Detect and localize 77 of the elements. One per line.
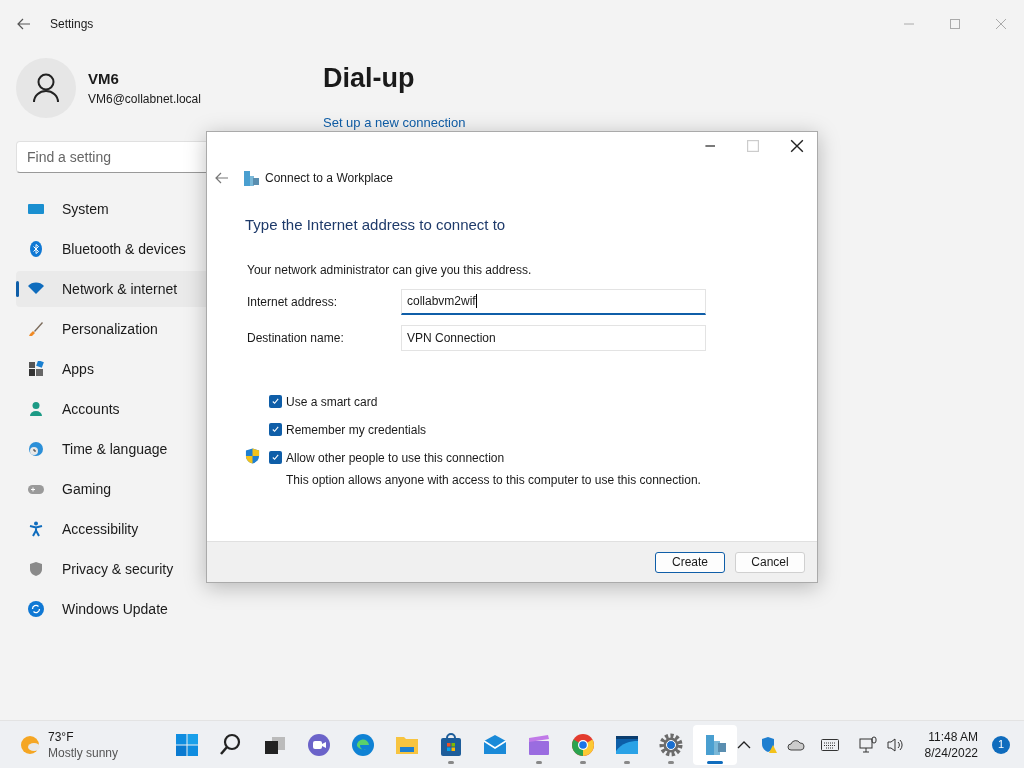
checkbox-label: Use a smart card xyxy=(286,393,378,411)
store-icon[interactable] xyxy=(438,732,463,757)
intro-text: Your network administrator can give you this address. xyxy=(247,261,533,279)
back-icon[interactable] xyxy=(215,172,229,184)
back-icon[interactable] xyxy=(17,18,31,30)
running-indicator xyxy=(623,760,630,764)
dialog-button[interactable]: Cancel xyxy=(735,551,805,573)
notification-badge[interactable]: 1 xyxy=(992,735,1010,754)
sidebar-item[interactable]: Bluetooth & devices xyxy=(16,231,210,267)
sidebar-item[interactable]: Personalization xyxy=(16,311,210,347)
check-icon xyxy=(271,397,280,406)
checkbox[interactable] xyxy=(269,395,282,408)
running-indicator xyxy=(667,760,674,764)
text-field[interactable]: VPN Connection xyxy=(401,324,706,351)
clock-time[interactable]: 11:48 AM xyxy=(928,728,978,745)
running-indicator xyxy=(706,760,723,764)
dialog-title: Connect to a Workplace xyxy=(265,170,393,187)
temperature: 73°F xyxy=(48,728,75,745)
update-icon xyxy=(28,601,44,617)
speaker-icon[interactable] xyxy=(886,736,905,753)
sidebar-item[interactable]: Privacy & security xyxy=(16,551,210,587)
text-cursor xyxy=(475,294,477,308)
sidebar-item[interactable]: Accessibility xyxy=(16,511,210,547)
weather-condition: Mostly sunny xyxy=(48,744,119,761)
mail-icon[interactable] xyxy=(482,732,507,757)
bluetooth-icon xyxy=(28,241,44,257)
user-email: VM6@collabnet.local xyxy=(88,91,201,109)
settings-icon[interactable] xyxy=(658,732,683,757)
monitor-icon xyxy=(28,201,44,217)
sidebar-item[interactable]: System xyxy=(16,191,210,227)
checkbox-label: Allow other people to use this connection xyxy=(286,449,505,467)
sidebar-item[interactable]: Windows Update xyxy=(16,591,210,627)
window-title: Settings xyxy=(50,16,94,33)
checkbox[interactable] xyxy=(269,451,282,464)
check-icon xyxy=(271,453,280,462)
checkbox-label: Remember my credentials xyxy=(286,421,427,439)
running-indicator xyxy=(447,760,454,764)
chevron-up-icon[interactable] xyxy=(736,739,751,750)
person-icon xyxy=(28,401,44,417)
field-label: Destination name: xyxy=(247,329,345,347)
shield-warning-icon[interactable] xyxy=(760,736,777,753)
selection-indicator xyxy=(16,281,19,297)
browser-icon[interactable] xyxy=(350,732,375,757)
search-icon[interactable] xyxy=(218,732,243,757)
clapperboard-icon[interactable] xyxy=(526,732,551,757)
running-indicator xyxy=(579,760,586,764)
weather-icon xyxy=(20,733,42,756)
sidebar-item[interactable]: Apps xyxy=(16,351,210,387)
running-indicator xyxy=(535,760,542,764)
clock-date[interactable]: 8/24/2022 xyxy=(924,744,978,761)
start-icon[interactable] xyxy=(174,732,199,757)
option-note: This option allows anyone with access to this computer to use this connection. xyxy=(286,471,701,489)
accessibility-icon xyxy=(28,521,44,537)
network-icon[interactable] xyxy=(858,735,877,754)
workplace-icon xyxy=(243,170,259,186)
text-field[interactable]: collabvm2wif xyxy=(401,288,706,315)
brush-icon xyxy=(28,321,44,337)
wifi-icon xyxy=(28,281,44,297)
dialog-heading: Type the Internet address to connect to xyxy=(245,215,507,235)
chat-icon[interactable] xyxy=(306,732,331,757)
sidebar-item[interactable]: Accounts xyxy=(16,391,210,427)
keyboard-icon[interactable] xyxy=(820,738,839,751)
dialog-button[interactable]: Create xyxy=(655,551,725,573)
user-name: VM6 xyxy=(88,68,120,89)
sidebar-item[interactable]: Time & language xyxy=(16,431,210,467)
apps-icon xyxy=(28,361,44,377)
field-label: Internet address: xyxy=(247,293,339,311)
shield-icon xyxy=(28,561,44,577)
new-connection-link[interactable]: Set up a new connection xyxy=(323,112,466,132)
chrome-icon[interactable] xyxy=(570,732,595,757)
cloud-icon[interactable] xyxy=(786,738,805,751)
checkbox[interactable] xyxy=(269,423,282,436)
sidebar-item[interactable]: Gaming xyxy=(16,471,210,507)
page-title: Dial-up xyxy=(323,62,416,95)
person-icon xyxy=(32,73,60,103)
check-icon xyxy=(271,425,280,434)
globe-clock-icon xyxy=(28,441,44,457)
